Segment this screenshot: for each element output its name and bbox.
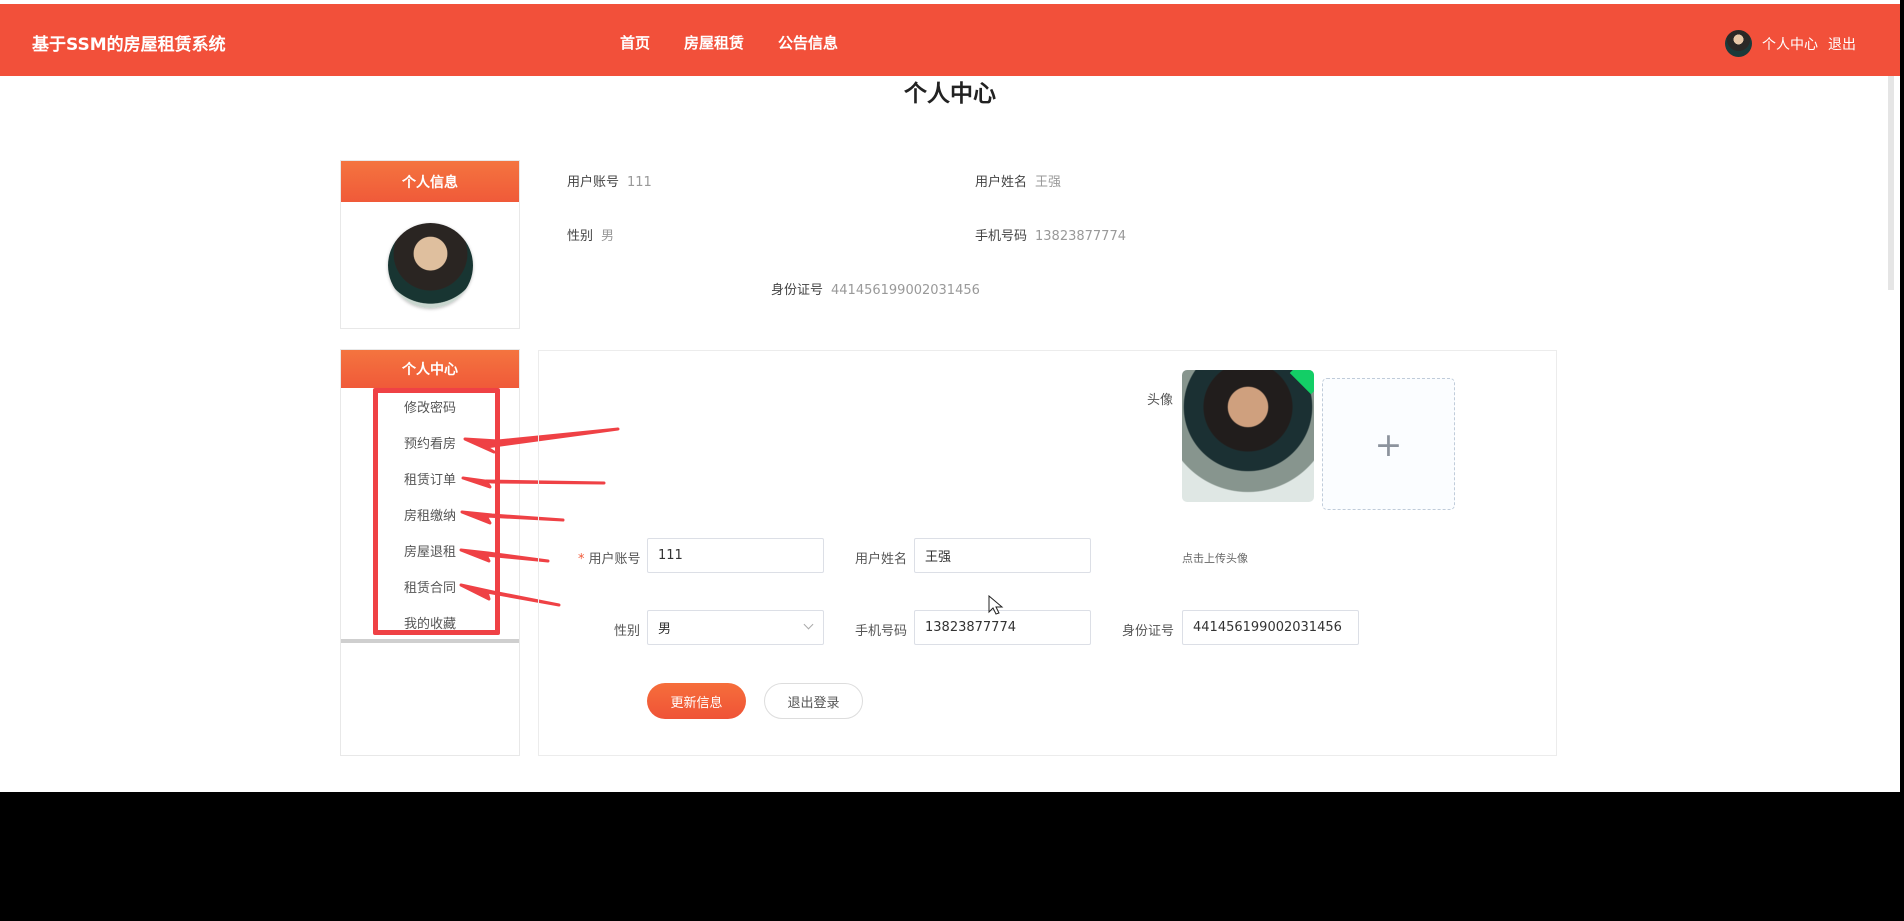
phone-field[interactable]: 13823877774: [914, 610, 1091, 645]
account-field[interactable]: 111: [647, 538, 824, 573]
plus-icon: +: [1374, 424, 1403, 464]
avatar-upload-area[interactable]: +: [1322, 378, 1455, 510]
profile-account-value: 111: [627, 175, 652, 190]
profile-summary-card: 个人信息: [340, 160, 520, 329]
profile-account-label: 用户账号: [567, 175, 620, 190]
id-field-value: 441456199002031456: [1193, 620, 1342, 635]
header-avatar[interactable]: [1725, 30, 1752, 57]
header-user-center-link[interactable]: 个人中心: [1762, 34, 1818, 54]
mouse-cursor-icon: [988, 595, 1004, 615]
nav-home[interactable]: 首页: [620, 32, 650, 53]
account-field-label-text: 用户账号: [588, 552, 641, 567]
menu-my-favorites[interactable]: 我的收藏: [341, 604, 519, 640]
avatar-upload-hint: 点击上传头像: [1182, 552, 1248, 565]
id-field[interactable]: 441456199002031456: [1182, 610, 1359, 645]
menu-view-reservations[interactable]: 预约看房: [341, 424, 519, 460]
menu-house-checkout[interactable]: 房屋退租: [341, 532, 519, 568]
main-navigation: 首页 房屋租赁 公告信息: [620, 32, 838, 53]
profile-id-label: 身份证号: [771, 283, 824, 298]
profile-gender-label: 性别: [567, 229, 594, 244]
id-field-label: 身份证号: [1122, 624, 1175, 639]
top-navigation: 基于SSM的房屋租赁系统 首页 房屋租赁 公告信息 个人中心 退出: [0, 4, 1900, 76]
required-marker: *: [578, 552, 585, 567]
menu-change-password[interactable]: 修改密码: [341, 388, 519, 424]
page-vertical-scrollbar[interactable]: [1888, 76, 1894, 290]
name-field[interactable]: 王强: [914, 538, 1091, 573]
profile-phone-info: 手机号码 13823877774: [975, 225, 1126, 244]
menu-horizontal-scrollbar[interactable]: [341, 639, 519, 643]
phone-field-label: 手机号码: [855, 624, 908, 639]
user-area: 个人中心 退出: [1725, 30, 1856, 57]
profile-avatar: [388, 223, 473, 308]
name-field-label: 用户姓名: [855, 552, 908, 567]
profile-gender-info: 性别男: [567, 225, 614, 244]
gender-field-label: 性别: [614, 624, 641, 639]
nav-house-rental[interactable]: 房屋租赁: [684, 32, 744, 53]
phone-field-value: 13823877774: [925, 620, 1016, 635]
gender-select[interactable]: 男: [647, 610, 824, 645]
page-title: 个人中心: [904, 81, 996, 107]
account-field-label: * 用户账号: [578, 548, 641, 567]
profile-account-info: 用户账号 111: [567, 171, 652, 190]
browser-viewport: 基于SSM的房屋租赁系统 首页 房屋租赁 公告信息 个人中心 退出 个人中心 个…: [0, 0, 1900, 792]
update-info-button[interactable]: 更新信息: [647, 683, 746, 719]
header-logout-link[interactable]: 退出: [1828, 34, 1856, 54]
site-brand[interactable]: 基于SSM的房屋租赁系统: [32, 30, 226, 55]
gender-selected-value: 男: [658, 622, 672, 637]
profile-phone-label: 手机号码: [975, 229, 1028, 244]
profile-card-title: 个人信息: [341, 161, 519, 202]
profile-gender-value: 男: [601, 229, 615, 244]
name-field-value: 王强: [925, 550, 952, 565]
menu-rental-orders[interactable]: 租赁订单: [341, 460, 519, 496]
profile-phone-value: 13823877774: [1035, 229, 1126, 244]
account-field-value: 111: [658, 548, 683, 563]
personal-center-menu-title: 个人中心: [341, 350, 519, 388]
personal-center-menu-card: 个人中心 修改密码 预约看房 租赁订单 房租缴纳 房屋退租 租赁合同 我的收藏: [340, 349, 520, 756]
chevron-down-icon: [803, 619, 814, 630]
logout-button[interactable]: 退出登录: [764, 683, 863, 719]
menu-rent-payment[interactable]: 房租缴纳: [341, 496, 519, 532]
personal-center-menu-list: 修改密码 预约看房 租赁订单 房租缴纳 房屋退租 租赁合同 我的收藏: [341, 388, 519, 640]
upload-success-check-icon: [1289, 370, 1314, 395]
avatar-label: 头像: [1147, 393, 1174, 408]
profile-id-value: 441456199002031456: [831, 283, 980, 298]
profile-name-label: 用户姓名: [975, 175, 1028, 190]
profile-id-info: 身份证号 441456199002031456: [771, 279, 980, 298]
menu-rental-contracts[interactable]: 租赁合同: [341, 568, 519, 604]
profile-name-info: 用户姓名 王强: [975, 171, 1061, 190]
uploaded-avatar-preview[interactable]: [1182, 370, 1314, 502]
profile-name-value: 王强: [1035, 175, 1062, 190]
nav-announcements[interactable]: 公告信息: [778, 32, 838, 53]
